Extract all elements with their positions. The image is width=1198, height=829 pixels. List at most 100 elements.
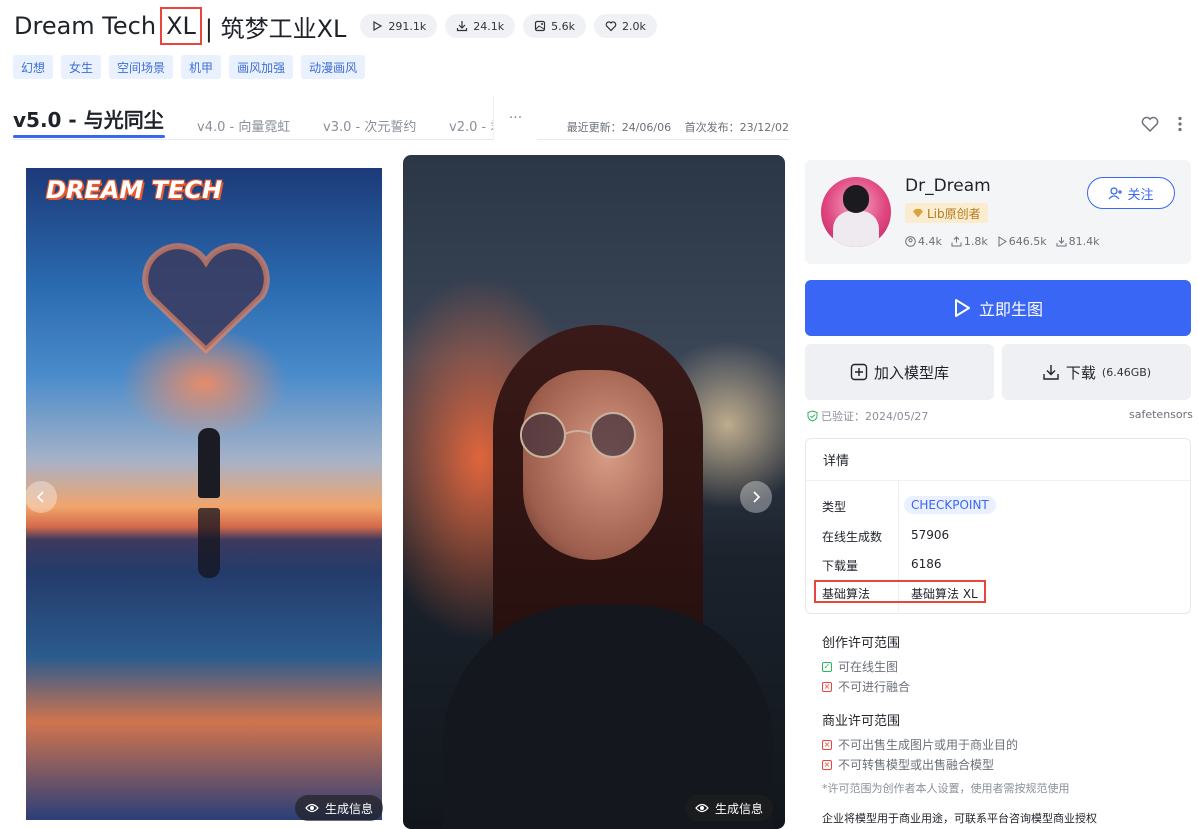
version-tabs: v5.0 - 与光同尘 v4.0 - 向量霓虹 v3.0 - 次元誓约 v2.0… bbox=[13, 96, 789, 140]
tag[interactable]: 空间场景 bbox=[109, 55, 174, 79]
follow-button[interactable]: 关注 bbox=[1087, 177, 1175, 209]
generation-info-label: 生成信息 bbox=[325, 801, 374, 816]
active-version-number: v5.0 bbox=[13, 108, 62, 132]
title-suffix: | 筑梦工业XL bbox=[204, 14, 347, 43]
gallery-next-button[interactable] bbox=[740, 481, 772, 513]
active-tab-indicator bbox=[13, 135, 165, 138]
license-item-text: 不可进行融合 bbox=[838, 680, 911, 694]
play-icon bbox=[373, 20, 383, 32]
diamond-icon bbox=[913, 209, 923, 218]
more-versions-button[interactable]: ··· bbox=[493, 96, 537, 140]
creator-card: Dr_Dream Lib原创者 4.4k 1.8k 646.5k 81.4k 关… bbox=[805, 160, 1191, 264]
creator-followers: 4.4k bbox=[905, 235, 942, 248]
image-gallery: DREAM TECH 生成信息 生成信息 bbox=[20, 155, 786, 829]
play-icon bbox=[998, 236, 1007, 247]
file-format: safetensors bbox=[1129, 408, 1193, 421]
tag[interactable]: 幻想 bbox=[13, 55, 54, 79]
generation-info-button[interactable]: 生成信息 bbox=[685, 795, 774, 821]
sample-image-portrait[interactable] bbox=[403, 155, 785, 829]
stat-images: 5.6k bbox=[523, 14, 587, 38]
generation-info-label: 生成信息 bbox=[715, 801, 764, 816]
first-release-label: 首次发布： bbox=[684, 121, 740, 134]
stat-downloads: 24.1k bbox=[445, 14, 516, 38]
generation-info-button[interactable]: 生成信息 bbox=[295, 795, 384, 821]
license-item: ✓ 可在线生图 bbox=[822, 658, 898, 675]
gallery-prev-button[interactable] bbox=[25, 481, 57, 513]
tag[interactable]: 女生 bbox=[61, 55, 102, 79]
title-prefix: Dream Tech bbox=[14, 12, 157, 40]
chevron-left-icon bbox=[36, 491, 44, 503]
stat-likes: 2.0k bbox=[594, 14, 657, 38]
shield-check-icon bbox=[807, 410, 818, 422]
license-item: × 不可出售生成图片或用于商业目的 bbox=[822, 736, 1018, 753]
detail-label-type: 类型 bbox=[822, 500, 847, 514]
version-dates: 最近更新：24/06/06 首次发布：23/12/02 bbox=[557, 119, 789, 135]
add-to-library-button[interactable]: 加入模型库 bbox=[805, 344, 994, 400]
generate-button[interactable]: 立即生图 bbox=[805, 280, 1191, 336]
dream-tech-logo: DREAM TECH bbox=[46, 176, 223, 204]
license-item: × 不可转售模型或出售融合模型 bbox=[822, 756, 994, 773]
active-version-name: 与光同尘 bbox=[83, 108, 164, 132]
creator-stats: 4.4k 1.8k 646.5k 81.4k bbox=[905, 235, 1100, 248]
last-update-label: 最近更新： bbox=[566, 121, 622, 134]
creator-badge-label: Lib原创者 bbox=[927, 206, 981, 221]
favorite-icon[interactable] bbox=[1141, 116, 1159, 136]
download-button[interactable]: 下载 (6.46GB) bbox=[1002, 344, 1191, 400]
verification-text: 已验证：2024/05/27 bbox=[821, 410, 929, 423]
tab-v4[interactable]: v4.0 - 向量霓虹 bbox=[197, 116, 290, 135]
more-options-icon[interactable] bbox=[1178, 116, 1182, 136]
sample-image-sunset[interactable]: DREAM TECH bbox=[26, 168, 382, 820]
detail-value-type: CHECKPOINT bbox=[904, 496, 996, 514]
upload-box-icon bbox=[951, 236, 962, 247]
avatar[interactable] bbox=[821, 177, 891, 247]
title-row: Dream Tech XL | 筑梦工业XL 291.1k 24.1k 5.6k… bbox=[14, 7, 657, 45]
stat-runs-value: 291.1k bbox=[388, 19, 427, 33]
license-item-text: 可在线生图 bbox=[838, 660, 899, 674]
image-icon bbox=[535, 20, 546, 32]
portrait-face bbox=[523, 370, 663, 560]
license-note: *许可范围为创作者本人设置，使用者需按规范使用 bbox=[822, 782, 1070, 795]
sunglasses-shape bbox=[520, 412, 636, 458]
cross-icon: × bbox=[822, 681, 832, 692]
eye-icon bbox=[695, 803, 709, 813]
eye-icon bbox=[305, 803, 319, 813]
page-title: Dream Tech XL | 筑梦工业XL bbox=[14, 7, 346, 45]
add-user-icon bbox=[1108, 186, 1123, 199]
tab-v3[interactable]: v3.0 - 次元誓约 bbox=[323, 116, 416, 135]
follow-button-label: 关注 bbox=[1127, 187, 1154, 203]
tag[interactable]: 机甲 bbox=[181, 55, 222, 79]
silhouette-reflection bbox=[198, 508, 220, 578]
play-icon bbox=[954, 299, 970, 317]
title-highlight: XL bbox=[160, 7, 202, 45]
commercial-license-title: 商业许可范围 bbox=[822, 714, 901, 729]
check-icon: ✓ bbox=[822, 661, 832, 672]
avatar-helmet bbox=[843, 185, 869, 213]
download-icon bbox=[1043, 365, 1059, 380]
heart-cloud-shape bbox=[142, 243, 270, 355]
silhouette-figure bbox=[198, 428, 220, 498]
first-release-date: 23/12/02 bbox=[739, 121, 789, 134]
cross-icon: × bbox=[822, 739, 832, 750]
details-panel: 详情 类型 CHECKPOINT 在线生成数 57906 下载量 6186 基础… bbox=[805, 438, 1191, 614]
plus-box-icon bbox=[850, 363, 868, 381]
detail-label-online-runs: 在线生成数 bbox=[822, 530, 883, 544]
creator-runs-value: 646.5k bbox=[1008, 235, 1047, 248]
creator-runs: 646.5k bbox=[997, 235, 1047, 248]
license-item-text: 不可转售模型或出售融合模型 bbox=[838, 758, 995, 772]
creator-uploads: 1.8k bbox=[951, 235, 988, 248]
base-model-highlight bbox=[814, 580, 986, 603]
model-stats: 291.1k 24.1k 5.6k 2.0k bbox=[360, 14, 657, 38]
generate-button-label: 立即生图 bbox=[978, 300, 1043, 319]
creator-downloads-value: 81.4k bbox=[1068, 235, 1100, 248]
creator-badge: Lib原创者 bbox=[905, 203, 988, 223]
creator-downloads: 81.4k bbox=[1056, 235, 1100, 248]
enterprise-license-text: 企业将模型用于商业用途，可联系平台咨询模型商业授权 bbox=[822, 812, 1097, 825]
heart-icon bbox=[605, 21, 617, 32]
avatar-body bbox=[833, 211, 879, 247]
creator-name[interactable]: Dr_Dream bbox=[905, 176, 991, 196]
tab-active-version[interactable]: v5.0 - 与光同尘 bbox=[13, 104, 164, 133]
cross-icon: × bbox=[822, 759, 832, 770]
verification-status: 已验证：2024/05/27 bbox=[807, 408, 928, 424]
tag[interactable]: 画风加强 bbox=[229, 55, 294, 79]
tag[interactable]: 动漫画风 bbox=[301, 55, 366, 79]
